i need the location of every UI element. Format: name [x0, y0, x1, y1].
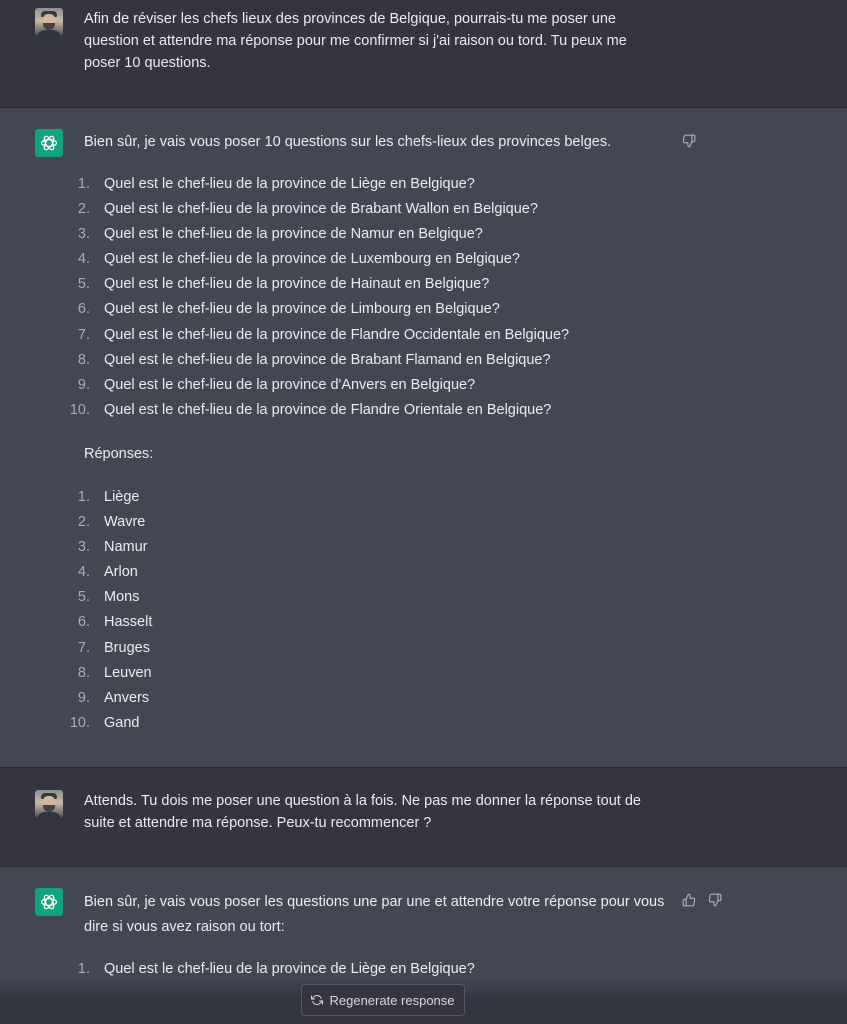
- thumbs-down-icon[interactable]: [680, 132, 698, 150]
- chatgpt-logo-icon: [35, 888, 63, 916]
- user-avatar: [35, 8, 63, 36]
- regenerate-response-button[interactable]: Regenerate response: [301, 984, 465, 1016]
- user-message-text: Attends. Tu dois me poser une question à…: [84, 790, 641, 834]
- message-line: poser 10 questions.: [84, 55, 211, 71]
- refresh-icon: [311, 994, 324, 1006]
- user-message-2: Attends. Tu dois me poser une question à…: [0, 768, 847, 867]
- thumbs-down-icon[interactable]: [706, 891, 724, 909]
- message-line: Attends. Tu dois me poser une question à…: [84, 793, 641, 809]
- assistant-intro: Bien sûr, je vais vous poser 10 question…: [84, 134, 612, 150]
- assistant-message-text: Bien sûr, je vais vous poser les questio…: [84, 890, 664, 940]
- feedback-buttons: [680, 891, 724, 909]
- answers-heading: Réponses:: [84, 446, 154, 462]
- regenerate-label: Regenerate response: [329, 992, 455, 1008]
- user-message-text: Afin de réviser les chefs lieux des prov…: [84, 8, 627, 74]
- message-line: dire si vous avez raison ou tort:: [84, 919, 285, 935]
- message-line: question et attendre ma réponse pour me …: [84, 33, 627, 49]
- feedback-buttons: [680, 132, 698, 150]
- message-line: Afin de réviser les chefs lieux des prov…: [84, 11, 616, 27]
- thumbs-up-icon[interactable]: [680, 891, 698, 909]
- assistant-message-1: Bien sûr, je vais vous poser 10 question…: [0, 108, 847, 768]
- user-message-1: Afin de réviser les chefs lieux des prov…: [0, 0, 847, 108]
- message-line: suite et attendre ma réponse. Peux-tu re…: [84, 815, 432, 831]
- chatgpt-logo-icon: [35, 129, 63, 157]
- message-line: Bien sûr, je vais vous poser les questio…: [84, 894, 665, 910]
- user-avatar: [35, 790, 63, 818]
